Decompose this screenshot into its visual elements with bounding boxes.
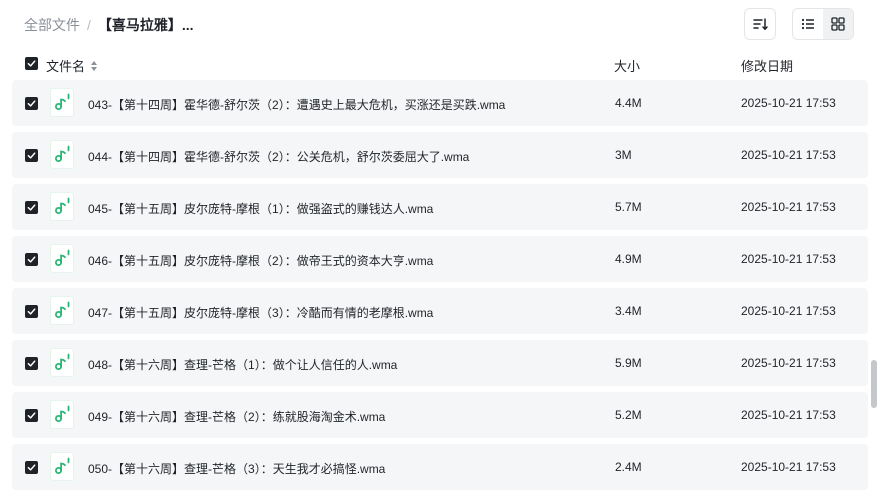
checkbox-checked-icon	[27, 100, 36, 107]
file-row[interactable]: 047-【第十五周】皮尔庞特-摩根（3）：冷酷而有情的老摩根.wma 3.4M …	[12, 288, 868, 334]
select-all-checkbox[interactable]	[25, 57, 38, 70]
list-view-icon	[801, 18, 814, 30]
checkbox-checked-icon	[27, 204, 36, 211]
checkbox-checked-icon	[27, 308, 36, 315]
sort-toggle-icon	[91, 60, 98, 71]
audio-file-icon	[50, 296, 74, 325]
file-name[interactable]: 044-【第十四周】霍华德-舒尔茨（2）：公关危机，舒尔茨委屈大了.wma	[88, 148, 469, 165]
file-row[interactable]: 043-【第十四周】霍华德-舒尔茨（2）：遭遇史上最大危机，买涨还是买跌.wma…	[12, 80, 868, 126]
file-list-header: 文件名 大小 修改日期	[0, 50, 878, 78]
file-modified-date: 2025-10-21 17:53	[741, 408, 836, 422]
sort-icon	[753, 18, 768, 30]
file-modified-date: 2025-10-21 17:53	[741, 148, 836, 162]
column-header-name-label: 文件名	[46, 59, 86, 74]
breadcrumb-root-link[interactable]: 全部文件	[24, 15, 80, 35]
checkbox-checked-icon	[27, 152, 36, 159]
row-checkbox[interactable]	[25, 409, 38, 422]
breadcrumb: 全部文件 / 【喜马拉雅】...	[24, 15, 194, 35]
file-modified-date: 2025-10-21 17:53	[741, 304, 836, 318]
file-modified-date: 2025-10-21 17:53	[741, 96, 836, 110]
grid-view-icon	[831, 17, 845, 31]
column-header-name[interactable]: 文件名	[46, 56, 99, 75]
file-size: 5.9M	[615, 356, 642, 370]
audio-file-icon	[50, 88, 74, 117]
audio-file-icon	[50, 140, 74, 169]
file-modified-date: 2025-10-21 17:53	[741, 200, 836, 214]
file-size: 5.2M	[615, 408, 642, 422]
vertical-scrollbar[interactable]	[871, 360, 877, 408]
row-checkbox[interactable]	[25, 97, 38, 110]
file-size: 5.7M	[615, 200, 642, 214]
breadcrumb-separator: /	[87, 17, 91, 33]
row-checkbox[interactable]	[25, 149, 38, 162]
file-modified-date: 2025-10-21 17:53	[741, 356, 836, 370]
file-size: 3M	[615, 148, 632, 162]
file-name[interactable]: 046-【第十五周】皮尔庞特-摩根（2）：做帝王式的资本大亨.wma	[88, 252, 433, 269]
file-size: 4.4M	[615, 96, 642, 110]
list-view-button[interactable]	[793, 9, 823, 39]
checkbox-checked-icon	[27, 360, 36, 367]
column-header-modified[interactable]: 修改日期	[741, 56, 793, 75]
audio-file-icon	[50, 244, 74, 273]
audio-file-icon	[50, 400, 74, 429]
checkbox-checked-icon	[27, 256, 36, 263]
file-size: 2.4M	[615, 460, 642, 474]
file-name[interactable]: 049-【第十六周】查理-芒格（2）：练就股海淘金术.wma	[88, 408, 385, 425]
row-checkbox[interactable]	[25, 357, 38, 370]
file-row[interactable]: 044-【第十四周】霍华德-舒尔茨（2）：公关危机，舒尔茨委屈大了.wma 3M…	[12, 132, 868, 178]
file-name[interactable]: 048-【第十六周】查理-芒格（1）：做个让人信任的人.wma	[88, 356, 397, 373]
breadcrumb-current-folder: 【喜马拉雅】...	[97, 17, 194, 33]
audio-file-icon	[50, 192, 74, 221]
file-row[interactable]: 048-【第十六周】查理-芒格（1）：做个让人信任的人.wma 5.9M 202…	[12, 340, 868, 386]
grid-view-button[interactable]	[823, 9, 853, 39]
file-row[interactable]: 046-【第十五周】皮尔庞特-摩根（2）：做帝王式的资本大亨.wma 4.9M …	[12, 236, 868, 282]
checkbox-checked-icon	[27, 464, 36, 471]
file-modified-date: 2025-10-21 17:53	[741, 252, 836, 266]
file-size: 4.9M	[615, 252, 642, 266]
file-name[interactable]: 045-【第十五周】皮尔庞特-摩根（1）：做强盗式的赚钱达人.wma	[88, 200, 433, 217]
file-list: 043-【第十四周】霍华德-舒尔茨（2）：遭遇史上最大危机，买涨还是买跌.wma…	[12, 80, 868, 496]
file-modified-date: 2025-10-21 17:53	[741, 460, 836, 474]
sort-button[interactable]	[744, 8, 776, 40]
row-checkbox[interactable]	[25, 305, 38, 318]
file-name[interactable]: 047-【第十五周】皮尔庞特-摩根（3）：冷酷而有情的老摩根.wma	[88, 304, 433, 321]
checkbox-checked-icon	[27, 60, 36, 67]
view-mode-switch	[792, 8, 854, 40]
file-row[interactable]: 050-【第十六周】查理-芒格（3）：天生我才必搞怪.wma 2.4M 2025…	[12, 444, 868, 490]
column-header-size[interactable]: 大小	[614, 56, 640, 75]
toolbar: 全部文件 / 【喜马拉雅】...	[0, 0, 878, 48]
row-checkbox[interactable]	[25, 461, 38, 474]
audio-file-icon	[50, 452, 74, 481]
file-name[interactable]: 043-【第十四周】霍华德-舒尔茨（2）：遭遇史上最大危机，买涨还是买跌.wma	[88, 96, 505, 113]
row-checkbox[interactable]	[25, 201, 38, 214]
file-row[interactable]: 045-【第十五周】皮尔庞特-摩根（1）：做强盗式的赚钱达人.wma 5.7M …	[12, 184, 868, 230]
row-checkbox[interactable]	[25, 253, 38, 266]
audio-file-icon	[50, 348, 74, 377]
file-row[interactable]: 049-【第十六周】查理-芒格（2）：练就股海淘金术.wma 5.2M 2025…	[12, 392, 868, 438]
file-name[interactable]: 050-【第十六周】查理-芒格（3）：天生我才必搞怪.wma	[88, 460, 385, 477]
file-size: 3.4M	[615, 304, 642, 318]
checkbox-checked-icon	[27, 412, 36, 419]
